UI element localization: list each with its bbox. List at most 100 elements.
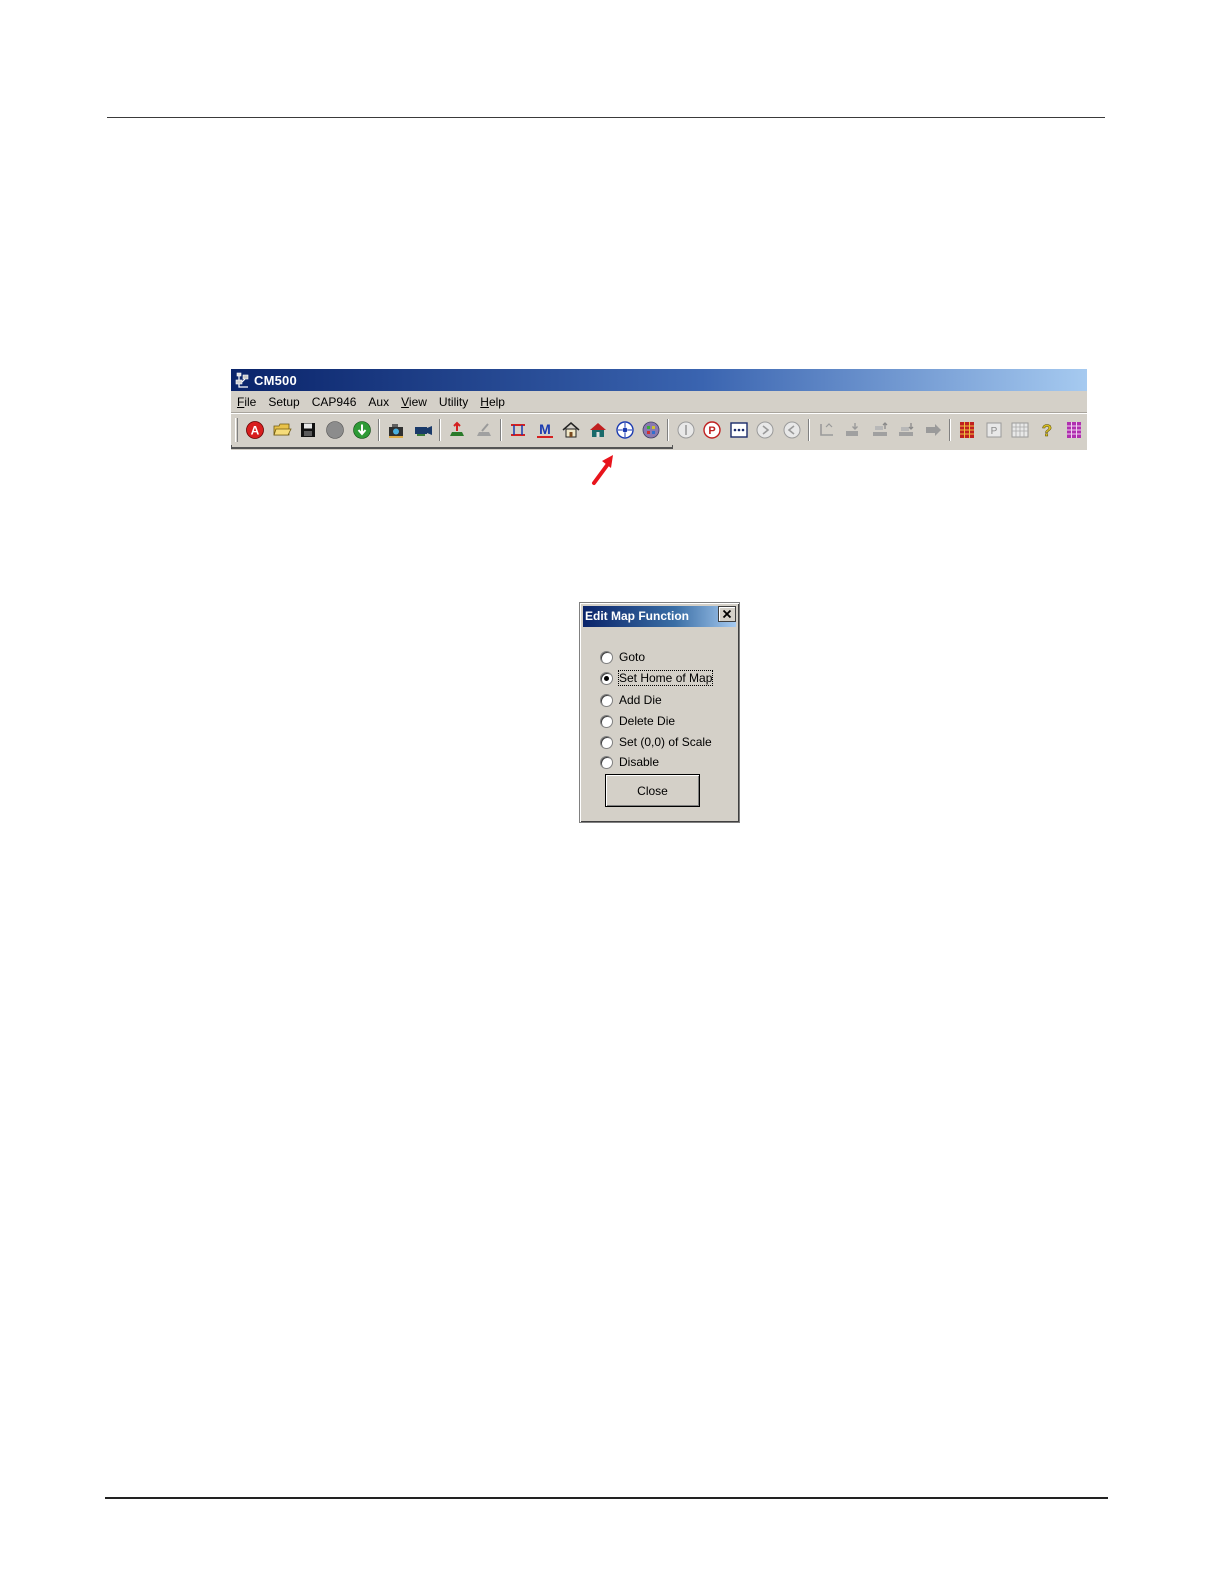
svg-text:?: ? xyxy=(1042,421,1052,440)
annotation-arrow-icon xyxy=(592,455,613,485)
option-disable-radio[interactable] xyxy=(600,755,613,769)
next-die-button[interactable] xyxy=(755,419,777,441)
grid-table-button[interactable] xyxy=(1010,419,1032,441)
move-right-icon xyxy=(925,424,941,436)
probe-icon: P xyxy=(703,421,721,439)
z-down-button[interactable] xyxy=(895,419,917,441)
option-add-die-radio[interactable] xyxy=(600,693,613,707)
menu-help[interactable]: Help xyxy=(478,395,513,409)
toolbar-separator xyxy=(500,419,503,441)
projector-button[interactable] xyxy=(412,419,434,441)
stop-icon xyxy=(326,421,344,439)
step-one-button[interactable] xyxy=(675,419,697,441)
unload-wafer-icon xyxy=(476,423,491,436)
die-grid-icon xyxy=(730,422,748,438)
menu-file[interactable]: File xyxy=(235,395,264,409)
option-set-home-of-map-radio[interactable] xyxy=(600,671,613,685)
app-icon xyxy=(235,372,249,388)
menu-cap946[interactable]: CAP946 xyxy=(310,395,365,409)
close-button[interactable]: Close xyxy=(605,774,700,807)
chuck-down-button[interactable] xyxy=(842,419,864,441)
bin-table-button[interactable] xyxy=(957,419,979,441)
open-button[interactable] xyxy=(271,419,293,441)
step-one-icon xyxy=(677,421,695,439)
chuck-up-icon xyxy=(819,423,833,436)
set-home-icon xyxy=(590,423,607,437)
unload-wafer-button[interactable] xyxy=(473,419,495,441)
svg-text:A: A xyxy=(251,424,260,438)
cm500-window: CM500 File Setup CAP946 Aux View Utility… xyxy=(231,369,1087,450)
bin-chart-button[interactable] xyxy=(1063,419,1085,441)
option-goto-label: Goto xyxy=(619,650,646,664)
close-icon xyxy=(722,609,732,619)
map-button[interactable]: M xyxy=(534,419,556,441)
option-set-home-of-map-label: Set Home of Map xyxy=(617,670,714,686)
option-disable-label: Disable xyxy=(619,755,660,769)
toolbar-grip[interactable] xyxy=(235,418,238,442)
prev-die-icon xyxy=(783,421,801,439)
menu-setup[interactable]: Setup xyxy=(266,395,307,409)
toolbar-separator xyxy=(808,419,811,441)
wafer-map-icon xyxy=(642,421,660,439)
menu-utility[interactable]: Utility xyxy=(437,395,476,409)
chuck-up-button[interactable] xyxy=(816,419,838,441)
option-set-origin-of-scale-radio[interactable] xyxy=(600,735,613,749)
option-disable[interactable]: Disable xyxy=(600,754,659,770)
option-goto[interactable]: Goto xyxy=(600,649,645,665)
menu-view[interactable]: View xyxy=(399,395,435,409)
home-button[interactable] xyxy=(561,419,583,441)
download-icon xyxy=(352,421,371,439)
option-delete-die-radio[interactable] xyxy=(600,714,613,728)
die-grid-button[interactable] xyxy=(728,419,750,441)
prev-die-button[interactable] xyxy=(781,419,803,441)
help-icon: ? xyxy=(1042,421,1053,440)
map-icon: M xyxy=(536,421,553,438)
align-button[interactable] xyxy=(508,419,530,441)
auto-button[interactable]: A xyxy=(244,419,266,441)
option-set-origin-of-scale[interactable]: Set (0,0) of Scale xyxy=(600,734,712,750)
camera-button[interactable] xyxy=(385,419,407,441)
page-footer-rule xyxy=(105,1497,1108,1499)
next-die-icon xyxy=(756,421,774,439)
dialog-title: Edit Map Function xyxy=(583,606,736,627)
camera-icon xyxy=(389,424,404,438)
open-folder-icon xyxy=(273,423,292,436)
edit-map-button[interactable] xyxy=(614,419,636,441)
option-add-die[interactable]: Add Die xyxy=(600,692,662,708)
option-delete-die-label: Delete Die xyxy=(619,714,676,728)
svg-text:P: P xyxy=(709,425,716,437)
pattern-icon: P xyxy=(986,422,1002,438)
option-set-home-of-map[interactable]: Set Home of Map xyxy=(600,670,714,686)
option-set-origin-of-scale-label: Set (0,0) of Scale xyxy=(619,735,712,749)
move-right-button[interactable] xyxy=(922,419,944,441)
bin-table-icon xyxy=(960,422,975,438)
grid-table-icon xyxy=(1011,422,1029,438)
option-goto-radio[interactable] xyxy=(600,650,613,664)
option-delete-die[interactable]: Delete Die xyxy=(600,713,675,729)
option-add-die-label: Add Die xyxy=(619,693,662,707)
probe-button[interactable]: P xyxy=(701,419,723,441)
z-up-icon xyxy=(872,422,888,436)
page-header-rule xyxy=(107,117,1105,118)
z-down-icon xyxy=(899,423,914,436)
pattern-button[interactable]: P xyxy=(983,419,1005,441)
z-up-button[interactable] xyxy=(869,419,891,441)
dialog-close-button[interactable] xyxy=(718,606,736,622)
download-button[interactable] xyxy=(351,419,373,441)
load-wafer-button[interactable] xyxy=(446,419,468,441)
wafer-map-button[interactable] xyxy=(640,419,662,441)
edit-map-function-dialog: Edit Map Function Goto Set Home of Map A… xyxy=(579,602,740,823)
set-home-button[interactable] xyxy=(587,419,609,441)
align-icon xyxy=(511,424,526,436)
toolbar-separator xyxy=(438,419,441,441)
stop-button[interactable] xyxy=(324,419,346,441)
load-wafer-icon xyxy=(450,421,465,436)
auto-icon: A xyxy=(246,421,265,439)
help-button[interactable]: ? xyxy=(1036,419,1058,441)
toolbar-separator xyxy=(949,419,952,441)
window-titlebar: CM500 xyxy=(231,369,1087,391)
save-button[interactable] xyxy=(298,419,320,441)
svg-text:P: P xyxy=(991,426,998,437)
menu-aux[interactable]: Aux xyxy=(366,395,397,409)
save-icon xyxy=(301,423,316,437)
